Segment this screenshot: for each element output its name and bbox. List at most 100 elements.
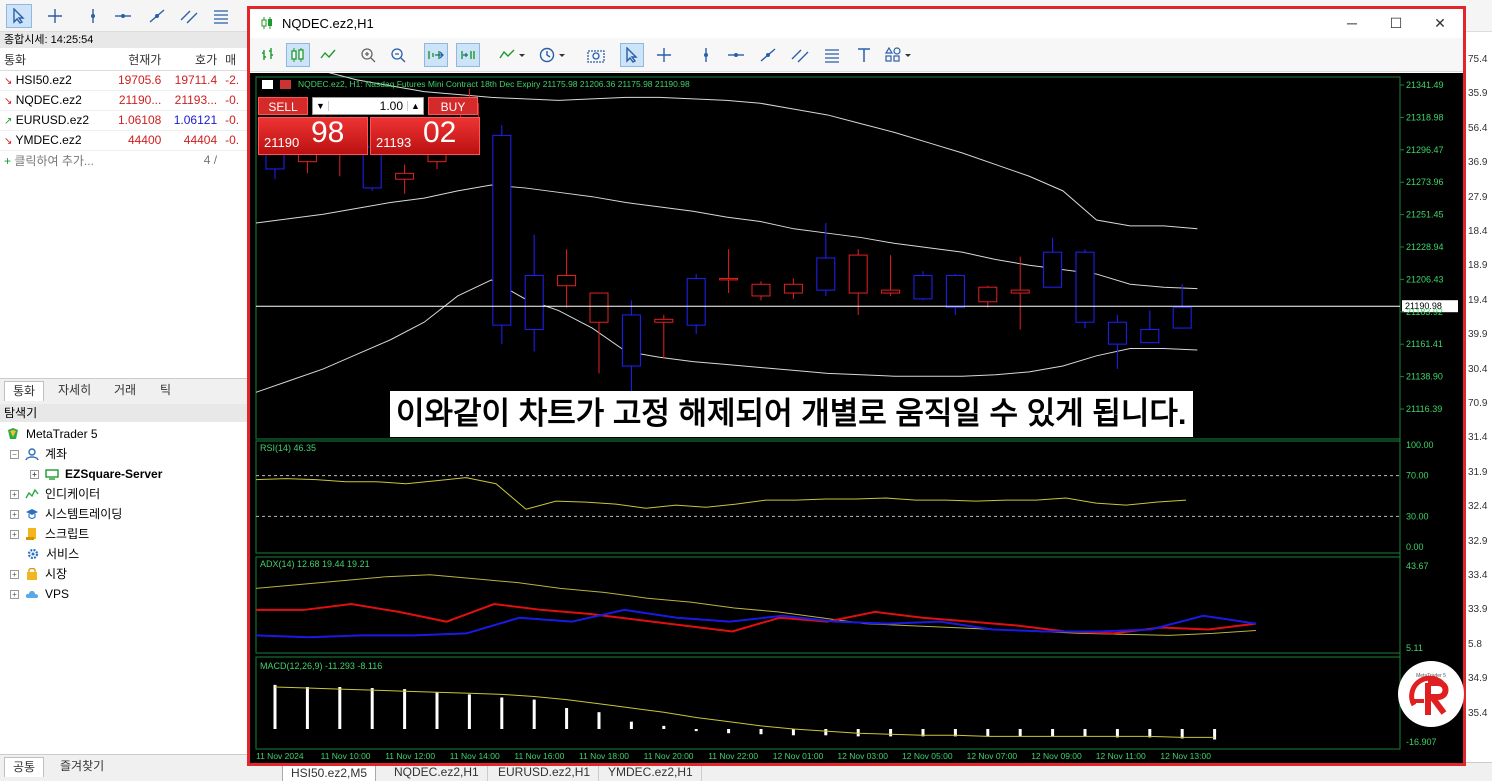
chart-shift-icon[interactable] xyxy=(456,43,480,67)
price-tick-label: 21341.49 xyxy=(1406,80,1444,90)
nav-item-vps[interactable]: + VPS xyxy=(10,584,69,604)
maximize-button[interactable]: ☐ xyxy=(1374,12,1418,34)
axis-tick-label: 35.4 xyxy=(1468,707,1488,719)
tab-common[interactable]: 공통 xyxy=(4,757,45,777)
add-symbol-row[interactable]: + 클릭하여 추가... 4 / xyxy=(0,150,247,170)
nav-item-accounts[interactable]: − 계좌 xyxy=(10,444,67,464)
buy-price-button[interactable]: 21193 02 xyxy=(370,116,480,155)
screenshot-camera-icon[interactable] xyxy=(584,43,608,67)
chart-canvas[interactable]: 21190.98 21341.49 21318.98 21296.47 21273.96… xyxy=(250,58,1464,763)
nav-item-expert-advisors[interactable]: + 시스템트레이딩 xyxy=(10,504,122,524)
zoom-out-icon[interactable] xyxy=(386,43,410,67)
server-icon xyxy=(45,467,59,481)
table-row[interactable]: ↗ EURUSD.ez2 1.06108 1.06121 -0. xyxy=(0,110,247,131)
tab-details[interactable]: 자세히 xyxy=(50,381,99,401)
column-header-symbol[interactable]: 통화 xyxy=(0,50,110,71)
sell-price-button[interactable]: 21190 98 xyxy=(258,116,368,155)
trendline-tool-icon[interactable] xyxy=(144,4,170,28)
crosshair-icon[interactable] xyxy=(652,43,676,67)
candle-body xyxy=(589,292,609,323)
table-row[interactable]: ↘ NQDEC.ez2 21190... 21193... -0. xyxy=(0,90,247,111)
volume-down-icon[interactable]: ▼ xyxy=(313,101,329,111)
window-titlebar[interactable]: NQDEC.ez2,H1 ─ ☐ ✕ xyxy=(250,9,1463,38)
time-axis-label: 11 Nov 16:00 xyxy=(514,751,564,761)
column-header-ask[interactable]: 호가 xyxy=(165,50,222,71)
candlestick-chart-icon[interactable] xyxy=(286,43,310,67)
chart-tab-nqdec[interactable]: NQDEC.ez2,H1 xyxy=(386,765,488,781)
expand-icon[interactable]: + xyxy=(10,589,19,599)
rsi-tick-label: 30.00 xyxy=(1406,511,1429,521)
column-header-change[interactable]: 매 xyxy=(221,50,247,71)
fibonacci-tool-icon[interactable] xyxy=(208,4,234,28)
tab-trading[interactable]: 거래 xyxy=(106,381,144,401)
fibonacci-icon[interactable] xyxy=(820,43,844,67)
channel-logo: MetaTrader 5 xyxy=(1398,661,1464,727)
nav-item-scripts[interactable]: + 스크립트 xyxy=(10,524,89,544)
expand-icon[interactable]: + xyxy=(30,469,39,479)
chart-menu-icon xyxy=(262,80,273,89)
price-tick-label: 21251.45 xyxy=(1406,210,1444,220)
bar-chart-icon[interactable] xyxy=(256,43,280,67)
indicators-dropdown-icon[interactable] xyxy=(496,43,532,67)
chart-tab-ymdec[interactable]: YMDEC.ez2,H1 xyxy=(600,765,702,781)
channel-tool-icon[interactable] xyxy=(176,4,202,28)
expand-icon[interactable]: + xyxy=(10,509,19,519)
expand-icon[interactable]: + xyxy=(10,529,19,539)
table-row[interactable]: ↘ HSI50.ez2 19705.6 19711.4 -2. xyxy=(0,70,247,91)
arrow-down-icon: ↘ xyxy=(4,76,13,87)
nav-label: 인디케이터 xyxy=(45,487,101,501)
undocked-chart-window: NQDEC.ez2,H1 ─ ☐ ✕ 21190.98 21341.49 21318… xyxy=(247,6,1466,766)
trendline-icon[interactable] xyxy=(756,43,780,67)
text-tool-icon[interactable] xyxy=(852,43,876,67)
buy-button[interactable]: BUY xyxy=(428,97,478,115)
axis-tick-label: 27.9 xyxy=(1468,191,1488,203)
expand-icon[interactable]: + xyxy=(10,569,19,579)
timeframe-clock-icon[interactable] xyxy=(536,43,572,67)
nav-item-market[interactable]: + 시장 xyxy=(10,564,67,584)
channel-icon[interactable] xyxy=(788,43,812,67)
auto-scroll-icon[interactable] xyxy=(424,43,448,67)
tab-symbols[interactable]: 통화 xyxy=(4,381,45,401)
nav-label: 스크립트 xyxy=(45,527,90,541)
axis-tick-label: 36.9 xyxy=(1468,157,1488,169)
tab-ticks[interactable]: 틱 xyxy=(152,381,179,401)
horizontal-line-icon[interactable] xyxy=(724,43,748,67)
expand-icon[interactable]: + xyxy=(10,489,19,499)
line-chart-icon[interactable] xyxy=(316,43,340,67)
nav-item-services[interactable]: 서비스 xyxy=(26,544,79,564)
nav-item-metatrader[interactable]: MetaTrader 5 xyxy=(6,424,98,444)
shapes-dropdown-icon[interactable] xyxy=(882,43,918,67)
chart-tab-eurusd[interactable]: EURUSD.ez2,H1 xyxy=(490,765,600,781)
add-symbol-label: 클릭하여 추가... xyxy=(14,153,94,168)
table-row[interactable]: ↘ YMDEC.ez2 44400 44404 -0. xyxy=(0,130,247,151)
sell-button[interactable]: SELL xyxy=(258,97,308,115)
tab-favorites[interactable]: 즐겨찾기 xyxy=(52,757,112,777)
horizontal-line-tool-icon[interactable] xyxy=(110,4,136,28)
expand-icon[interactable]: − xyxy=(10,449,19,459)
price-tick-label: 21183.92 xyxy=(1406,307,1443,317)
chart-tab-hsi50[interactable]: HSI50.ez2,M5 xyxy=(282,765,377,781)
cursor-icon[interactable] xyxy=(620,43,644,67)
vertical-line-icon[interactable] xyxy=(694,43,718,67)
volume-up-icon[interactable]: ▲ xyxy=(407,101,423,111)
volume-value[interactable]: 1.00 xyxy=(329,99,407,113)
close-button[interactable]: ✕ xyxy=(1418,12,1462,34)
time-axis-label: 11 Nov 14:00 xyxy=(450,751,500,761)
cursor-tool-icon[interactable] xyxy=(6,4,32,28)
candle-body xyxy=(1075,251,1095,323)
sell-price-big: 98 xyxy=(311,116,345,149)
minimize-button[interactable]: ─ xyxy=(1330,12,1374,34)
axis-tick-label: 18.4 xyxy=(1468,226,1488,237)
volume-stepper[interactable]: ▼ 1.00 ▲ xyxy=(312,97,424,115)
cloud-icon xyxy=(25,587,39,601)
vertical-line-tool-icon[interactable] xyxy=(80,4,106,28)
nav-item-server[interactable]: + EZSquare-Server xyxy=(30,464,162,484)
column-header-bid[interactable]: 현재가 xyxy=(109,50,166,71)
zoom-in-icon[interactable] xyxy=(356,43,380,67)
time-axis-label: 12 Nov 01:00 xyxy=(773,751,824,761)
time-axis-label: 11 Nov 10:00 xyxy=(321,751,371,761)
crosshair-tool-icon[interactable] xyxy=(42,4,68,28)
candle-body xyxy=(945,275,965,309)
caption-subtitle: 이와같이 차트가 고정 해제되어 개별로 움직일 수 있게 됩니다. xyxy=(390,391,1193,437)
nav-item-indicators[interactable]: + 인디케이터 xyxy=(10,484,100,504)
